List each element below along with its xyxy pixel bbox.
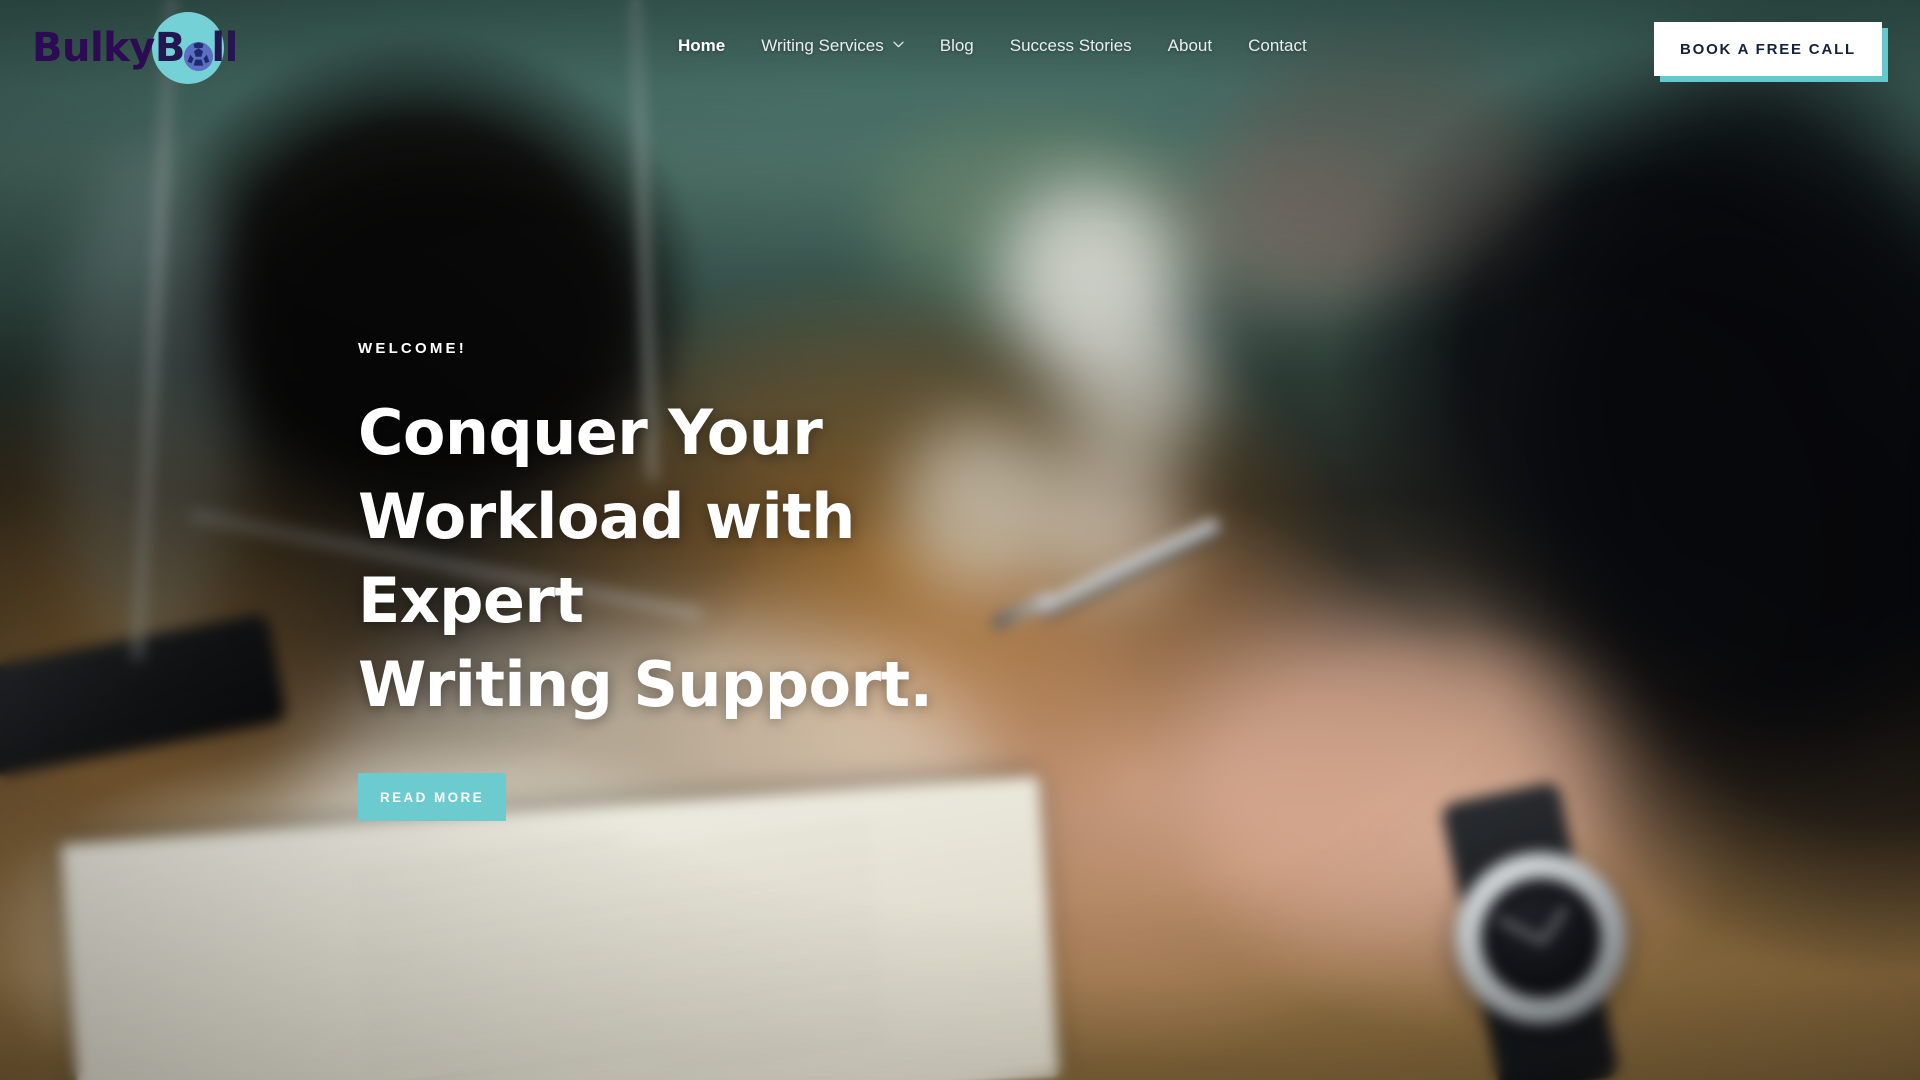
nav-item-home[interactable]: Home xyxy=(660,0,743,92)
nav-label: Home xyxy=(678,36,726,55)
nav-label: Blog xyxy=(939,36,974,55)
nav-item-blog[interactable]: Blog xyxy=(922,0,992,92)
logo-word-first: Bulky xyxy=(32,25,155,71)
nav-item-writing-services[interactable]: Writing Services xyxy=(743,0,922,92)
main-navigation: Home Writing Services Blog Success Stori… xyxy=(660,0,1325,92)
chevron-down-icon xyxy=(893,39,904,50)
site-logo[interactable]: BulkyBall xyxy=(32,12,242,84)
read-more-button[interactable]: READ MORE xyxy=(358,773,506,821)
hero-headline-line-2: Workload with Expert xyxy=(358,480,855,637)
hero-headline: Conquer Your Workload with Expert Writin… xyxy=(358,391,1058,727)
nav-item-contact[interactable]: Contact xyxy=(1230,0,1325,92)
logo-word-second-pre: B xyxy=(154,25,186,71)
nav-label: Success Stories xyxy=(1009,36,1132,55)
hero-section: BulkyBall Home Writing Services Blog Suc… xyxy=(0,0,1920,1080)
nav-label: Writing Services xyxy=(761,36,884,55)
book-a-free-call-button[interactable]: BOOK A FREE CALL xyxy=(1654,22,1882,76)
header-cta-wrapper: BOOK A FREE CALL xyxy=(1654,22,1888,82)
hero-content: WELCOME! Conquer Your Workload with Expe… xyxy=(358,340,1178,821)
hero-eyebrow: WELCOME! xyxy=(358,340,467,357)
hero-headline-line-1: Conquer Your xyxy=(358,396,823,469)
soccer-ball-icon xyxy=(184,42,213,71)
logo-word-second-post: ll xyxy=(211,25,238,71)
nav-label: Contact xyxy=(1248,36,1307,55)
nav-item-about[interactable]: About xyxy=(1150,0,1230,92)
site-header: BulkyBall Home Writing Services Blog Suc… xyxy=(0,0,1920,92)
nav-label: About xyxy=(1167,36,1213,55)
hero-headline-line-3: Writing Support. xyxy=(358,648,933,721)
nav-item-success-stories[interactable]: Success Stories xyxy=(992,0,1150,92)
